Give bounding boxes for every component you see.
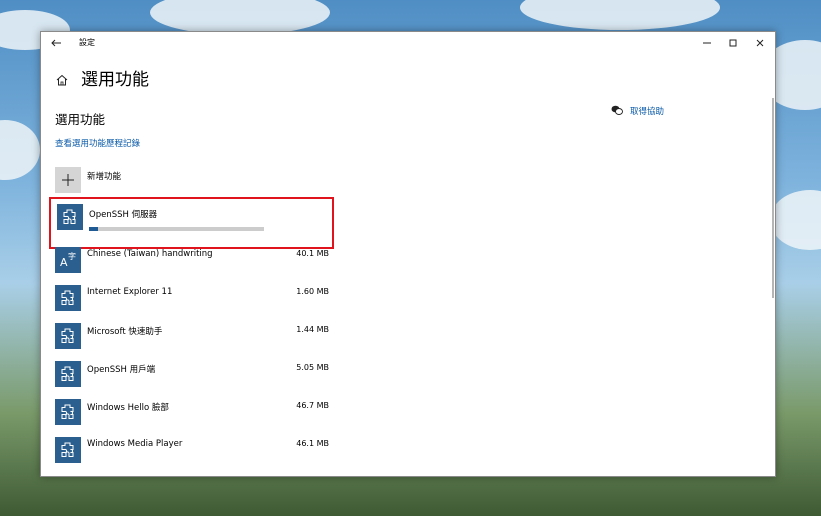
title-bar: 設定 — [41, 32, 775, 52]
feature-list-item[interactable]: Windows Hello 臉部 46.7 MB — [55, 399, 329, 425]
close-icon[interactable] — [753, 35, 767, 49]
wallpaper-cloud — [770, 190, 821, 250]
install-progress-bar — [89, 227, 264, 231]
handwriting-icon: A字 — [55, 247, 81, 273]
feature-size: 1.60 MB — [296, 287, 329, 296]
scrollbar[interactable] — [772, 98, 774, 298]
view-history-link[interactable]: 查看選用功能歷程記錄 — [55, 137, 140, 149]
section-title: 選用功能 — [55, 112, 106, 127]
feature-list-item[interactable]: A 字 Chinese (Taiwan) handwriting 40.1 MB — [55, 247, 329, 273]
svg-text:A: A — [60, 256, 68, 269]
back-arrow-icon[interactable] — [49, 35, 63, 49]
plus-icon — [55, 167, 81, 193]
settings-window: 設定 選用功能 選用功能 查看選用功能歷程記錄 取得協助 新增功能 OpenSS… — [40, 31, 776, 477]
minimize-icon[interactable] — [700, 35, 714, 49]
feature-size: 46.1 MB — [296, 439, 329, 448]
window-title: 設定 — [79, 38, 95, 47]
feature-size: 46.7 MB — [296, 401, 329, 410]
feature-list-item[interactable]: OpenSSH 用戶端 5.05 MB — [55, 361, 329, 387]
maximize-icon[interactable] — [726, 35, 740, 49]
feature-list-item[interactable]: Microsoft 快速助手 1.44 MB — [55, 323, 329, 349]
puzzle-icon — [55, 437, 81, 463]
installing-feature-item[interactable]: OpenSSH 伺服器 — [49, 197, 334, 249]
feature-list-item[interactable]: Windows Media Player 46.1 MB — [55, 437, 329, 463]
feature-name: Microsoft 快速助手 — [87, 327, 163, 337]
feature-name: Windows Hello 臉部 — [87, 403, 169, 413]
feature-name: Internet Explorer 11 — [87, 287, 173, 297]
puzzle-icon — [55, 399, 81, 425]
install-progress-fill — [89, 227, 98, 231]
feature-name: Chinese (Taiwan) handwriting — [87, 249, 213, 259]
get-help-label: 取得協助 — [630, 107, 665, 117]
page-title: 選用功能 — [81, 70, 149, 90]
chat-help-icon — [611, 105, 623, 116]
feature-size: 5.05 MB — [296, 363, 329, 372]
puzzle-icon — [55, 285, 81, 311]
wallpaper-cloud — [150, 0, 330, 35]
puzzle-icon — [57, 204, 83, 230]
installing-feature-name: OpenSSH 伺服器 — [89, 210, 158, 220]
feature-name: OpenSSH 用戶端 — [87, 365, 156, 375]
puzzle-icon — [55, 323, 81, 349]
wallpaper-cloud — [520, 0, 720, 30]
feature-list-item[interactable]: Internet Explorer 11 1.60 MB — [55, 285, 329, 311]
feature-size: 1.44 MB — [296, 325, 329, 334]
feature-name: Windows Media Player — [87, 439, 183, 449]
svg-text:字: 字 — [68, 251, 76, 261]
wallpaper-cloud — [0, 120, 40, 180]
puzzle-icon — [55, 361, 81, 387]
home-icon[interactable] — [55, 72, 69, 86]
feature-size: 40.1 MB — [296, 249, 329, 258]
add-feature-label: 新增功能 — [87, 172, 122, 182]
